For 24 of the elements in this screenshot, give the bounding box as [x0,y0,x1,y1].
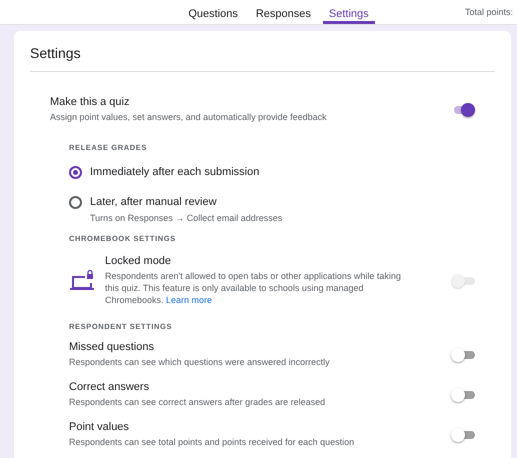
setting-description: Assign point values, set answers, and automatically provide feedback [50,111,327,123]
tab[interactable]: Responses [250,0,317,24]
setting-description: Respondents can see which questions were answered incorrectly [69,356,330,368]
radio-button[interactable] [69,196,82,209]
tab[interactable]: Settings [322,0,375,24]
card-title: Settings [30,45,82,63]
option-note: Turns on Responses → Collect email addresses [90,212,282,224]
setting-description: Respondents can see total points and points received for each question [69,436,354,448]
toggle-switch[interactable] [451,348,475,362]
setting-title: Point values [69,421,130,433]
tab[interactable]: Questions [182,0,244,24]
toggle-switch[interactable] [451,388,475,402]
total-points-label: Total points: [465,7,514,17]
setting-description: Respondents can see correct answers after grades are released [69,396,326,408]
setting-title: Locked mode [105,255,172,267]
laptop-lock-icon [69,270,95,292]
radio-label: Immediately after each submission [90,166,260,178]
toggle-switch[interactable] [451,428,475,442]
setting-title: Correct answers [69,381,150,393]
setting-description: Respondents aren't allowed to open tabs or other applications while taking this quiz. This feature is only available to schools using managed Chromebooks. Learn more [105,270,402,306]
radio-label: Later, after manual review [90,196,218,208]
radio-button[interactable] [69,166,82,179]
setting-title: Missed questions [69,341,155,353]
setting-title: Make this a quiz [50,96,130,108]
